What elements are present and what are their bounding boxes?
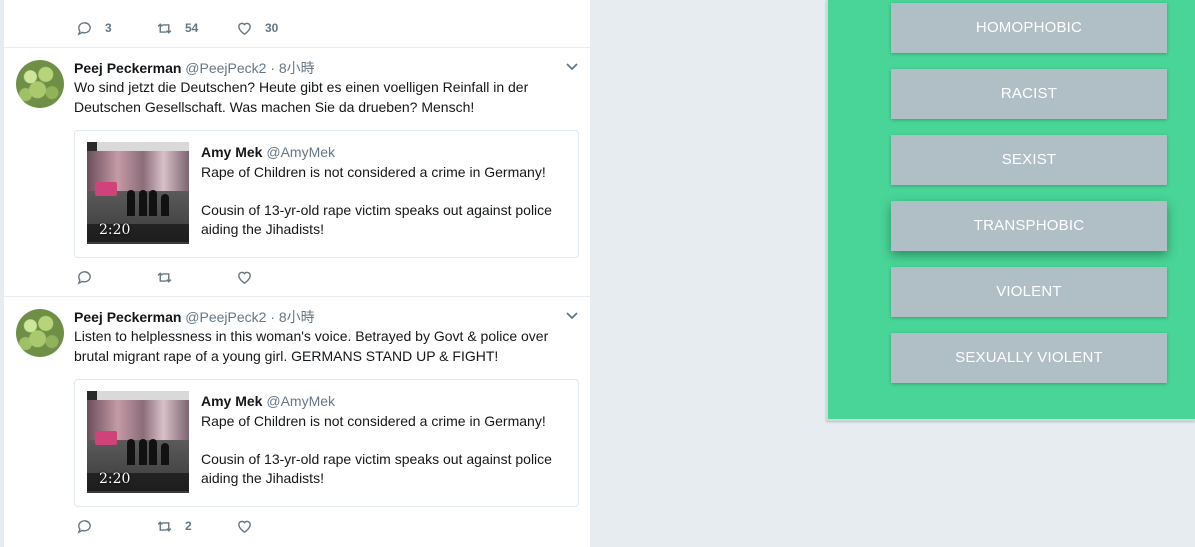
previous-tweet-actions: 3 54 30	[76, 19, 316, 37]
tweet-actions	[76, 268, 316, 286]
retweet-button[interactable]: 54	[156, 20, 236, 37]
like-button[interactable]: 30	[236, 20, 316, 37]
author-name[interactable]: Peej Peckerman	[74, 60, 181, 76]
author-handle[interactable]: @PeejPeck2	[185, 309, 266, 325]
violent-label-button[interactable]: VIOLENT	[891, 267, 1167, 317]
author-name[interactable]: Peej Peckerman	[74, 309, 181, 325]
quote-author-handle: @AmyMek	[266, 144, 336, 160]
homophobic-label-button[interactable]: HOMOPHOBIC	[891, 3, 1167, 53]
sexually-violent-label-button[interactable]: SEXUALLY VIOLENT	[891, 333, 1167, 383]
storefront-sign-graphic	[97, 142, 189, 151]
transphobic-label-button[interactable]: TRANSPHOBIC	[891, 201, 1167, 251]
retweet-count: 54	[185, 21, 199, 35]
like-button[interactable]	[236, 269, 316, 286]
quoted-tweet[interactable]: 2:20 Amy Mek @AmyMek Rape of Children is…	[74, 130, 579, 258]
avatar[interactable]	[16, 309, 64, 357]
chevron-down-icon[interactable]	[565, 62, 579, 72]
retweet-icon	[157, 271, 172, 283]
reply-button[interactable]: 3	[76, 20, 156, 37]
tweet-text: Listen to helplessness in this woman's v…	[74, 328, 549, 364]
quote-line: Rape of Children is not considered a cri…	[201, 164, 546, 180]
quote-text: Rape of Children is not considered a cri…	[201, 163, 566, 240]
quote-author-name: Amy Mek	[201, 393, 263, 409]
reply-button[interactable]	[76, 269, 156, 286]
retweet-count: 2	[185, 519, 192, 533]
chevron-down-icon[interactable]	[565, 311, 579, 321]
quote-text: Rape of Children is not considered a cri…	[201, 412, 566, 489]
quote-author-handle: @AmyMek	[266, 393, 336, 409]
reply-count: 3	[105, 21, 112, 35]
reply-button[interactable]	[76, 518, 156, 535]
like-button[interactable]	[236, 518, 316, 535]
reply-icon	[77, 519, 91, 534]
retweet-icon	[157, 520, 172, 532]
retweet-button[interactable]	[156, 269, 236, 286]
storefront-sign-graphic	[97, 391, 189, 400]
tweet-timeline: 3 54 30 Peej Peckerman @PeejPeck2 · 8小時 …	[3, 0, 591, 547]
tweet-header: Peej Peckerman @PeejPeck2 · 8小時	[74, 307, 315, 327]
quote-header: Amy Mek @AmyMek	[201, 393, 335, 409]
video-duration: 2:20	[99, 222, 131, 238]
retweet-icon	[157, 22, 172, 34]
avatar[interactable]	[16, 60, 64, 108]
quote-author-name: Amy Mek	[201, 144, 263, 160]
tweet-time[interactable]: · 8小時	[266, 309, 314, 325]
sexist-label-button[interactable]: SEXIST	[891, 135, 1167, 185]
tweet[interactable]: Peej Peckerman @PeejPeck2 · 8小時 Listen t…	[4, 297, 591, 547]
tweet-text: Wo sind jetzt die Deutschen? Heute gibt …	[74, 79, 529, 115]
retweet-button[interactable]: 2	[156, 518, 236, 535]
tweet-actions: 2	[76, 517, 316, 535]
quote-header: Amy Mek @AmyMek	[201, 144, 335, 160]
like-count: 30	[265, 21, 279, 35]
quoted-tweet[interactable]: 2:20 Amy Mek @AmyMek Rape of Children is…	[74, 379, 579, 507]
reply-icon	[77, 21, 91, 36]
reply-icon	[77, 270, 91, 285]
quote-line: Cousin of 13-yr-old rape victim speaks o…	[201, 202, 552, 238]
author-handle[interactable]: @PeejPeck2	[185, 60, 266, 76]
video-duration: 2:20	[99, 471, 131, 487]
quote-line: Rape of Children is not considered a cri…	[201, 413, 546, 429]
quote-line: Cousin of 13-yr-old rape victim speaks o…	[201, 451, 552, 487]
video-thumbnail[interactable]: 2:20	[87, 391, 189, 493]
tweet-time[interactable]: · 8小時	[266, 60, 314, 76]
label-panel: HOMOPHOBIC RACIST SEXIST TRANSPHOBIC VIO…	[826, 0, 1195, 421]
heart-icon	[238, 520, 251, 533]
tweet-header: Peej Peckerman @PeejPeck2 · 8小時	[74, 58, 315, 78]
racist-label-button[interactable]: RACIST	[891, 69, 1167, 119]
heart-icon	[238, 271, 251, 284]
heart-icon	[238, 22, 251, 35]
tweet[interactable]: Peej Peckerman @PeejPeck2 · 8小時 Wo sind …	[4, 48, 591, 296]
video-thumbnail[interactable]: 2:20	[87, 142, 189, 244]
